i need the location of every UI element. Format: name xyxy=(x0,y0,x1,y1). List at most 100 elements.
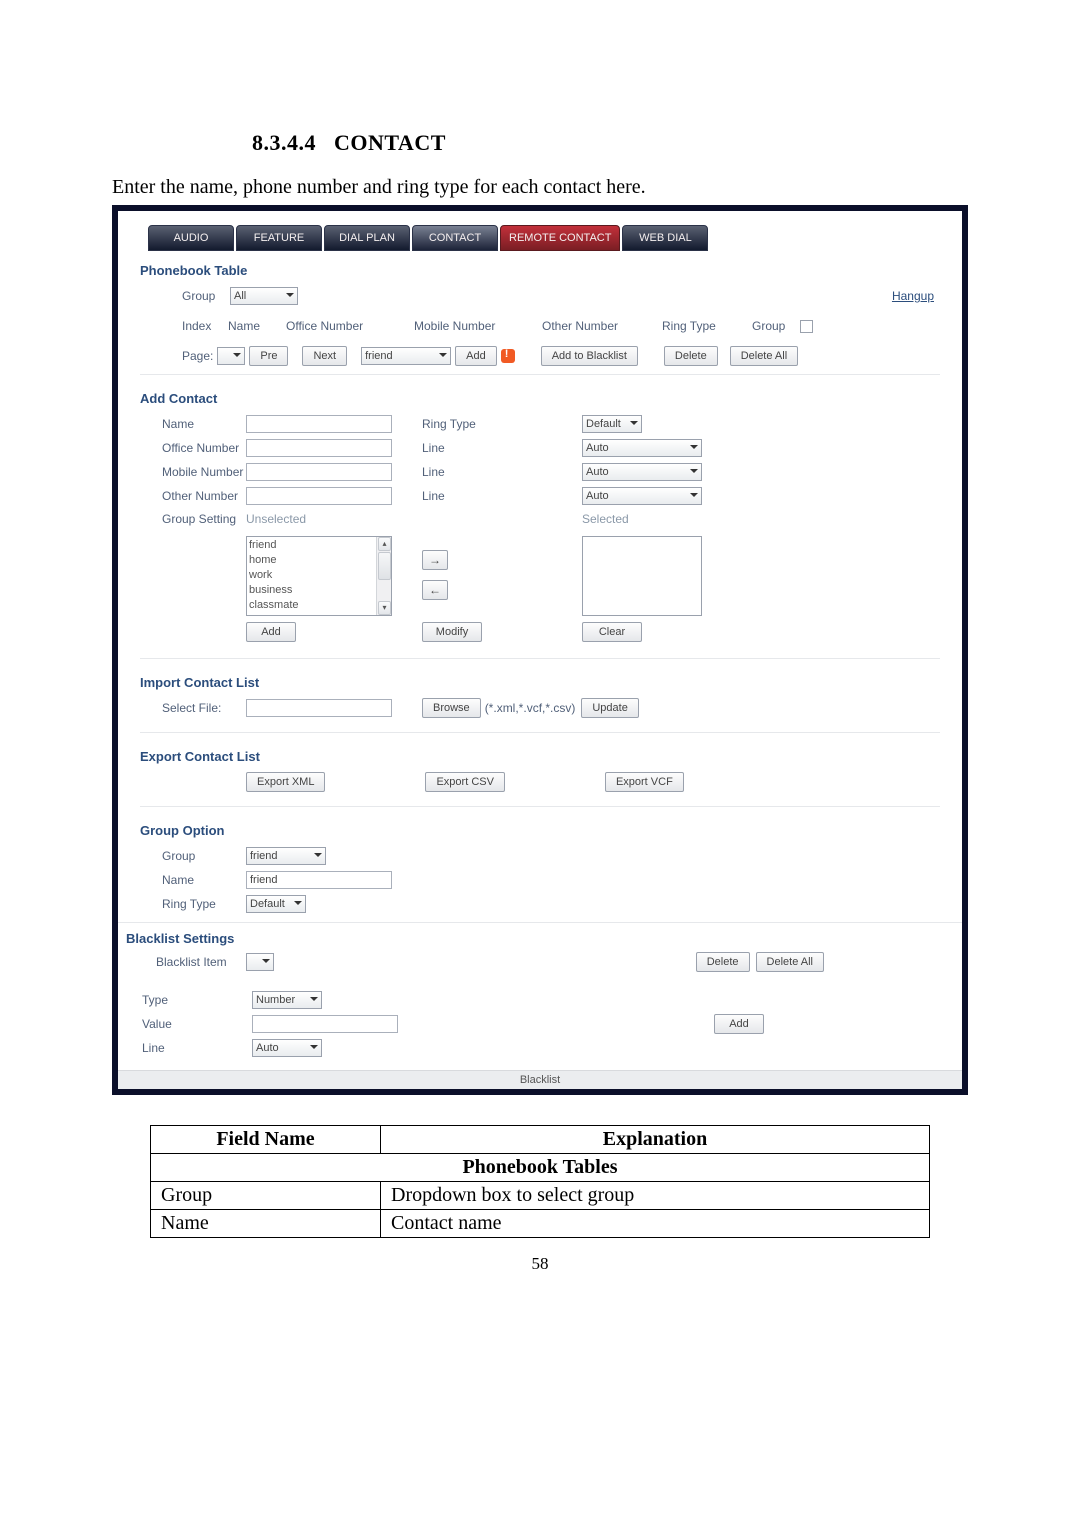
bl-line-label: Line xyxy=(126,1041,196,1055)
line-select-2[interactable]: Auto xyxy=(582,463,702,481)
add-to-blacklist-button[interactable]: Add to Blacklist xyxy=(541,346,638,366)
phonebook-title: Phonebook Table xyxy=(140,253,940,284)
bl-delete-all-button[interactable]: Delete All xyxy=(756,952,824,972)
name-label: Name xyxy=(140,417,246,431)
tab-dialplan[interactable]: DIAL PLAN xyxy=(324,225,410,251)
go-ring-select[interactable]: Default xyxy=(246,895,306,913)
group-label: Group xyxy=(182,289,230,303)
bl-item-label: Blacklist Item xyxy=(126,955,246,969)
next-button[interactable]: Next xyxy=(302,346,347,366)
table-row: Group Dropdown box to select group xyxy=(151,1182,930,1210)
mobile-input[interactable] xyxy=(246,463,392,481)
group-option-title: Group Option xyxy=(140,813,940,844)
list-item[interactable]: friend xyxy=(249,538,389,553)
tab-webdial[interactable]: WEB DIAL xyxy=(622,225,708,251)
add-contact-button[interactable]: Add xyxy=(246,622,296,642)
other-input[interactable] xyxy=(246,487,392,505)
unselected-listbox[interactable]: friend home work business classmate ▴ ▾ xyxy=(246,536,392,616)
export-csv-button[interactable]: Export CSV xyxy=(425,772,504,792)
delete-all-button[interactable]: Delete All xyxy=(730,346,798,366)
select-file-label: Select File: xyxy=(140,701,246,715)
move-right-button[interactable]: → xyxy=(422,550,448,570)
add-contact-title: Add Contact xyxy=(140,381,940,412)
scroll-down-icon[interactable]: ▾ xyxy=(378,601,391,615)
line-select-3[interactable]: Auto xyxy=(582,487,702,505)
list-item[interactable]: classmate xyxy=(249,598,389,613)
cell-field: Group xyxy=(151,1182,381,1210)
go-group-select[interactable]: friend xyxy=(246,847,326,865)
bl-add-button[interactable]: Add xyxy=(714,1014,764,1034)
update-button[interactable]: Update xyxy=(581,698,638,718)
tab-audio[interactable]: AUDIO xyxy=(148,225,234,251)
col-group: Group xyxy=(752,319,800,333)
tab-bar: AUDIO FEATURE DIAL PLAN CONTACT REMOTE C… xyxy=(118,211,962,253)
page-select[interactable] xyxy=(217,347,245,365)
explanation-table: Field Name Explanation Phonebook Tables … xyxy=(150,1125,930,1238)
bl-type-select[interactable]: Number xyxy=(252,991,322,1009)
cell-field: Name xyxy=(151,1210,381,1238)
ringtype-select[interactable]: Default xyxy=(582,415,642,433)
list-item[interactable]: home xyxy=(249,553,389,568)
friend-select[interactable]: friend xyxy=(361,347,451,365)
clear-button[interactable]: Clear xyxy=(582,622,642,642)
scrollbar[interactable]: ▴ ▾ xyxy=(376,537,391,615)
line-label-2: Line xyxy=(422,465,522,479)
col-name: Name xyxy=(228,319,286,333)
scroll-thumb[interactable] xyxy=(378,552,391,580)
export-vcf-button[interactable]: Export VCF xyxy=(605,772,684,792)
name-input[interactable] xyxy=(246,415,392,433)
delete-button[interactable]: Delete xyxy=(664,346,718,366)
unselected-label: Unselected xyxy=(246,512,392,526)
group-select[interactable]: All xyxy=(230,287,298,305)
selected-label: Selected xyxy=(582,512,629,526)
list-item[interactable]: business xyxy=(249,583,389,598)
tab-remote-contact[interactable]: REMOTE CONTACT xyxy=(500,225,620,251)
col-field-name: Field Name xyxy=(151,1126,381,1154)
select-all-checkbox[interactable] xyxy=(800,320,813,333)
blacklist-title: Blacklist Settings xyxy=(118,922,962,950)
formats-text: (*.xml,*.vcf,*.csv) xyxy=(485,701,576,715)
hangup-link[interactable]: Hangup xyxy=(892,289,934,303)
bl-item-select[interactable] xyxy=(246,953,274,971)
bl-type-label: Type xyxy=(126,993,196,1007)
add-button[interactable]: Add xyxy=(455,346,497,366)
list-item[interactable]: work xyxy=(249,568,389,583)
heading-number: 8.3.4.4 xyxy=(252,130,316,155)
bl-value-label: Value xyxy=(126,1017,196,1031)
page-number: 58 xyxy=(112,1254,968,1274)
section-heading: 8.3.4.4 CONTACT xyxy=(252,130,968,156)
pre-button[interactable]: Pre xyxy=(249,346,288,366)
bl-value-input[interactable] xyxy=(252,1015,398,1033)
move-left-button[interactable]: ← xyxy=(422,580,448,600)
browse-button[interactable]: Browse xyxy=(422,698,481,718)
import-title: Import Contact List xyxy=(140,665,940,696)
scroll-up-icon[interactable]: ▴ xyxy=(378,537,391,551)
col-mobile: Mobile Number xyxy=(414,319,542,333)
go-name-label: Name xyxy=(140,873,246,887)
export-xml-button[interactable]: Export XML xyxy=(246,772,325,792)
tab-feature[interactable]: FEATURE xyxy=(236,225,322,251)
col-office: Office Number xyxy=(286,319,414,333)
table-section: Phonebook Tables xyxy=(151,1154,930,1182)
group-setting-label: Group Setting xyxy=(140,512,246,526)
line-select-1[interactable]: Auto xyxy=(582,439,702,457)
mobile-label: Mobile Number xyxy=(140,465,246,479)
col-other: Other Number xyxy=(542,319,662,333)
cell-explanation: Dropdown box to select group xyxy=(381,1182,930,1210)
tab-contact[interactable]: CONTACT xyxy=(412,225,498,251)
selected-listbox[interactable] xyxy=(582,536,702,616)
bl-line-select[interactable]: Auto xyxy=(252,1039,322,1057)
file-input[interactable] xyxy=(246,699,392,717)
office-label: Office Number xyxy=(140,441,246,455)
alert-icon xyxy=(501,349,515,363)
modify-button[interactable]: Modify xyxy=(422,622,482,642)
heading-title: CONTACT xyxy=(334,130,446,155)
go-group-label: Group xyxy=(140,849,246,863)
go-name-input[interactable] xyxy=(246,871,392,889)
line-label-1: Line xyxy=(422,441,522,455)
bl-delete-button[interactable]: Delete xyxy=(696,952,750,972)
page-label: Page: xyxy=(182,349,213,363)
office-input[interactable] xyxy=(246,439,392,457)
line-label-3: Line xyxy=(422,489,522,503)
table-row: Name Contact name xyxy=(151,1210,930,1238)
